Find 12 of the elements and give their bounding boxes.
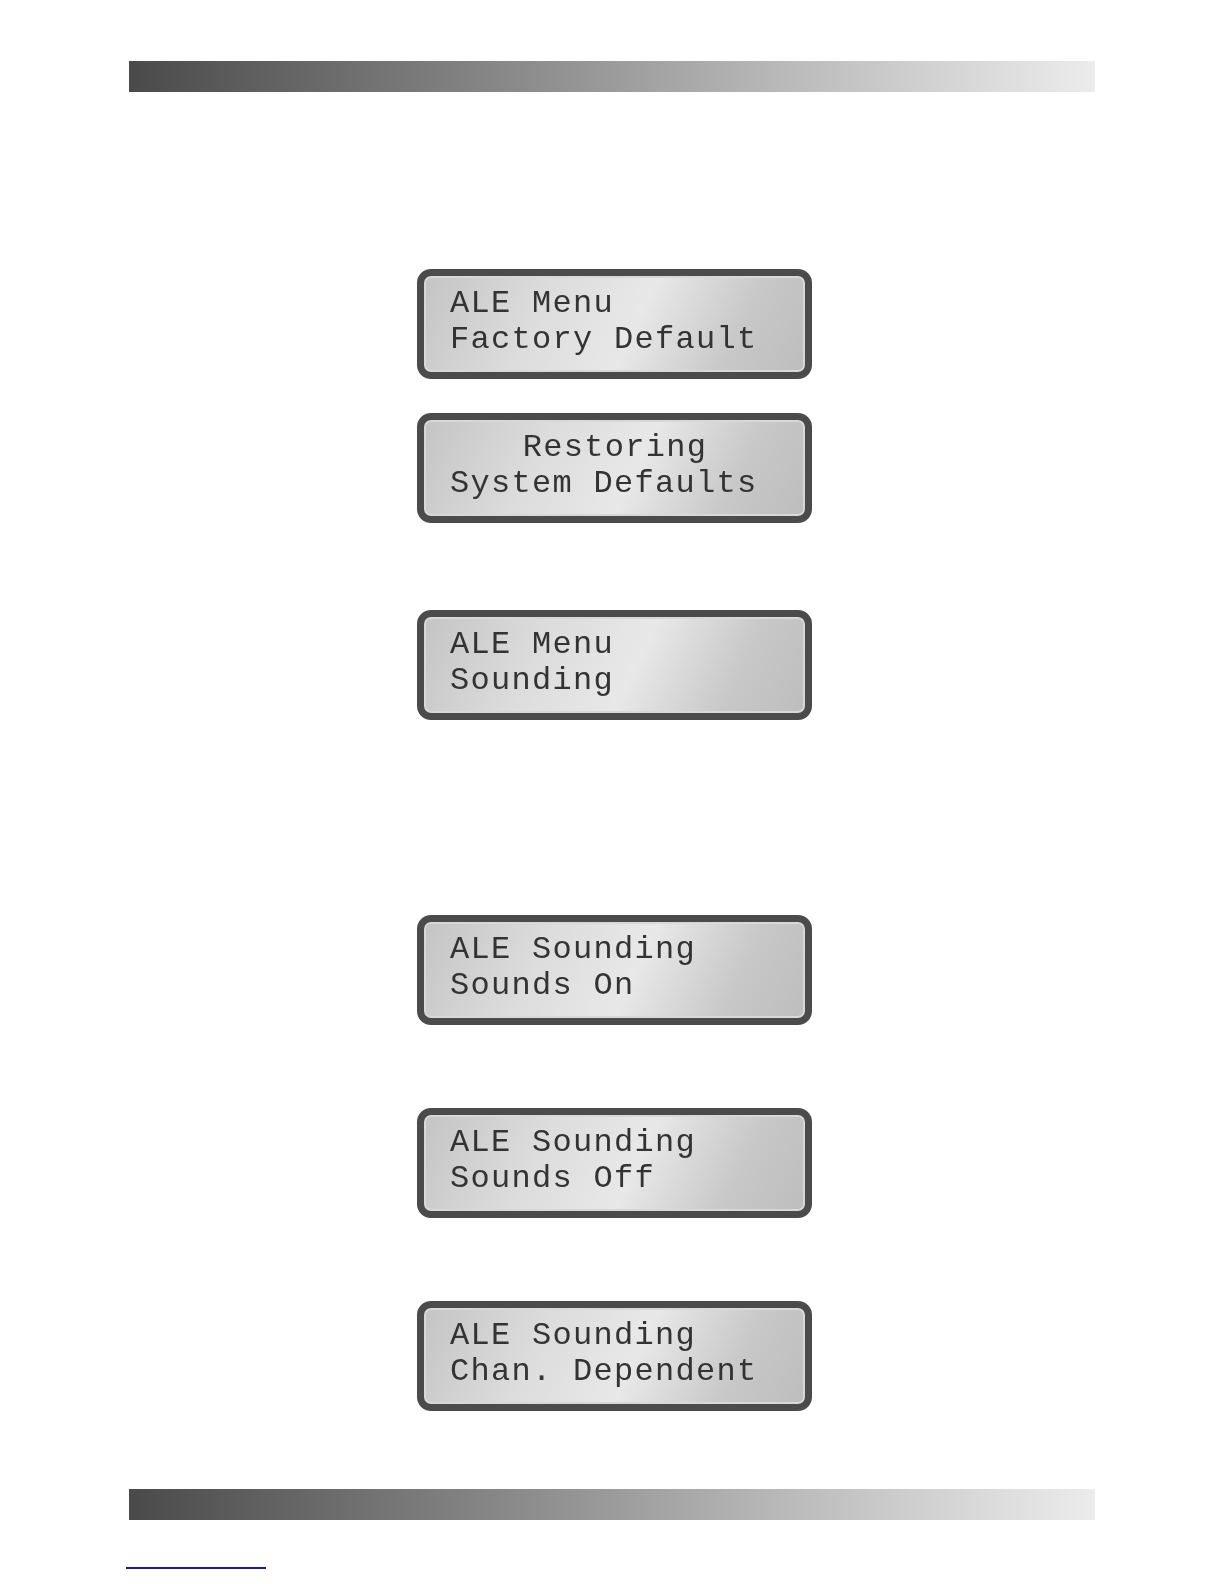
- lcd-line: System Defaults: [450, 466, 758, 502]
- lcd-line: ALE Sounding: [450, 932, 697, 968]
- lcd-line: ALE Sounding: [450, 1125, 697, 1161]
- lcd-line: Sounds Off: [450, 1161, 656, 1197]
- lcd-line: ALE Menu: [450, 627, 615, 663]
- lcd-line: Sounds On: [450, 968, 635, 1004]
- lcd-line: Sounding: [450, 663, 615, 699]
- lcd-line: Restoring: [522, 430, 708, 466]
- lcd-line: Chan. Dependent: [450, 1354, 758, 1390]
- lcd-line: Factory Default: [450, 322, 758, 358]
- lcd-line: ALE Sounding: [450, 1318, 697, 1354]
- lcd-line: ALE Menu: [450, 286, 615, 322]
